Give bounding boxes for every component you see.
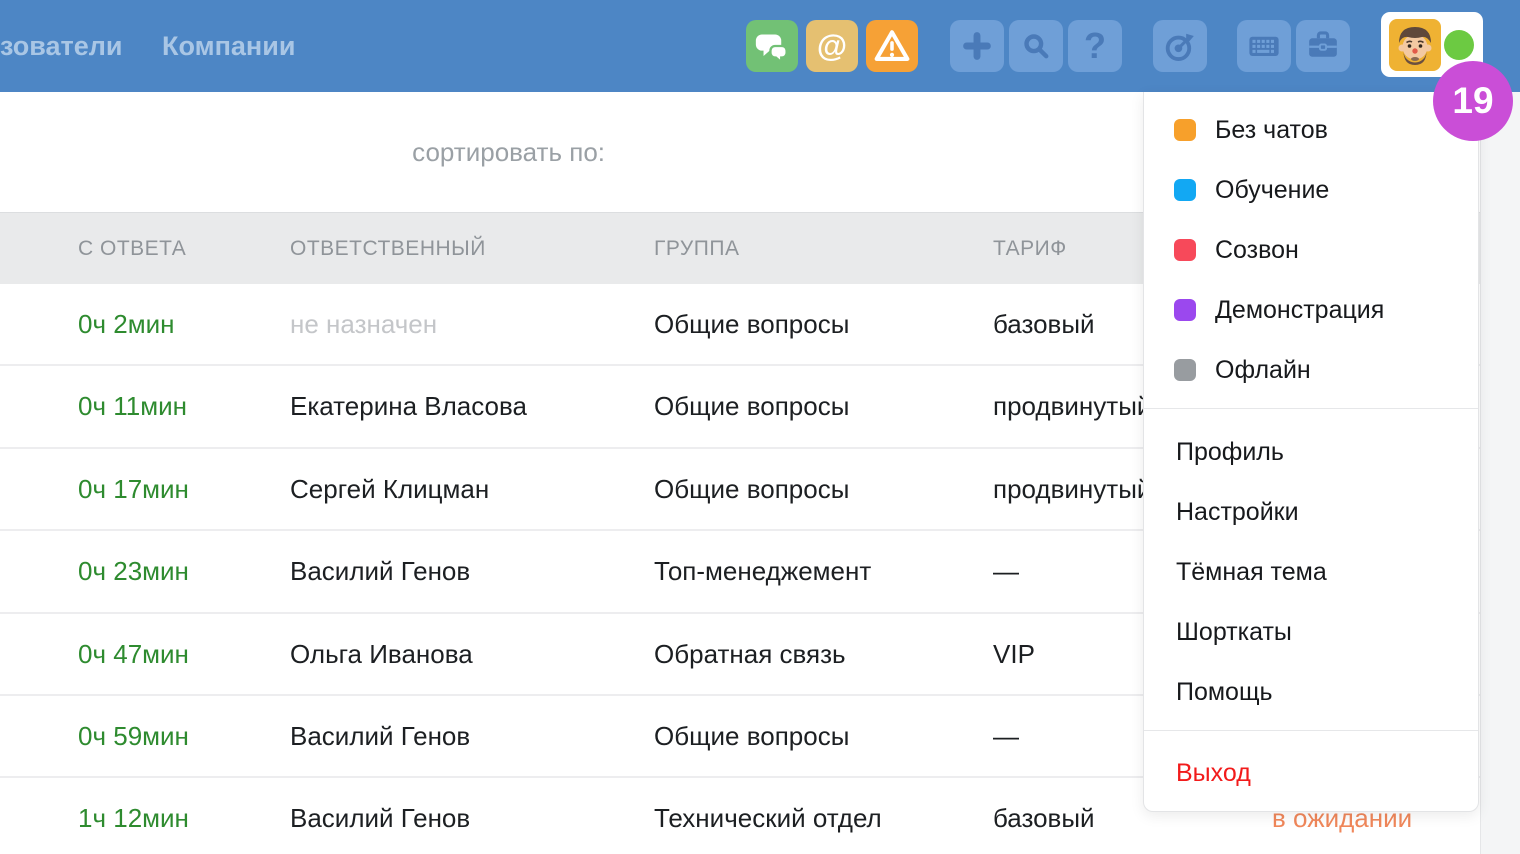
keyboard-icon [1244,26,1284,66]
add-button[interactable] [950,20,1004,72]
cell-tariff: базовый [993,284,1095,364]
cell-time: 0ч 2мин [78,284,174,364]
cell-tariff: продвинутый [993,449,1151,529]
briefcase-icon [1303,26,1343,66]
cell-tariff: базовый [993,778,1095,854]
menu-item-dark-theme[interactable]: Тёмная тема [1144,542,1478,602]
at-icon: @ [817,28,847,64]
notification-count-badge: 19 [1433,61,1513,141]
user-dropdown-menu: Без чатов Обучение Созвон Демонстрация О… [1143,92,1479,812]
cell-time: 0ч 47мин [78,614,189,694]
nav-item-companies[interactable]: Компании [162,0,295,92]
status-color-orange [1174,119,1196,141]
cell-assignee: Василий Генов [290,696,470,776]
menu-item-settings[interactable]: Настройки [1144,482,1478,542]
toolbox-button[interactable] [1296,20,1350,72]
status-color-purple [1174,299,1196,321]
help-button[interactable]: ? [1068,20,1122,72]
warning-triangle-icon [871,25,913,67]
menu-item-logout[interactable]: Выход [1144,743,1478,803]
cell-assignee: Екатерина Власова [290,366,527,446]
mentions-button[interactable]: @ [806,20,858,72]
question-icon: ? [1084,25,1106,67]
menu-item-shortcuts[interactable]: Шорткаты [1144,602,1478,662]
cell-group: Общие вопросы [654,449,849,529]
search-icon [1017,27,1055,65]
keyboard-shortcuts-button[interactable] [1237,20,1291,72]
chats-button[interactable] [746,20,798,72]
status-label: Созвон [1215,236,1299,265]
status-option-offline[interactable]: Офлайн [1144,340,1478,400]
cell-group: Технический отдел [654,778,882,854]
status-label: Демонстрация [1215,296,1384,325]
status-label: Офлайн [1215,356,1311,385]
cell-group: Общие вопросы [654,696,849,776]
cell-group: Общие вопросы [654,366,849,446]
status-color-red [1174,239,1196,261]
chat-bubbles-icon [752,26,792,66]
column-header-tariff: ТАРИФ [993,213,1067,285]
cell-assignee: Василий Генов [290,778,470,854]
target-dart-icon [1160,26,1200,66]
menu-item-help[interactable]: Помощь [1144,662,1478,722]
right-gutter [1480,92,1520,854]
cell-tariff: VIP [993,614,1035,694]
cell-assignee: Василий Генов [290,531,470,611]
menu-item-profile[interactable]: Профиль [1144,422,1478,482]
column-header-assignee: ОТВЕТСТВЕННЫЙ [290,213,486,285]
cell-time: 0ч 11мин [78,366,187,446]
column-header-group: ГРУППА [654,213,739,285]
cell-tariff: — [993,696,1019,776]
cell-group: Обратная связь [654,614,846,694]
topbar: Пользователи Компании @ [0,0,1520,92]
cell-time: 0ч 23мин [78,531,189,611]
sort-by-label: сортировать по: [412,92,605,212]
status-option-call[interactable]: Созвон [1144,220,1478,280]
search-button[interactable] [1009,20,1063,72]
status-option-training[interactable]: Обучение [1144,160,1478,220]
cell-group: Общие вопросы [654,284,849,364]
online-status-dot [1444,30,1474,60]
status-color-gray [1174,359,1196,381]
cell-assignee: Ольга Иванова [290,614,473,694]
cell-time: 0ч 17мин [78,449,189,529]
status-color-blue [1174,179,1196,201]
status-label: Без чатов [1215,116,1328,145]
alerts-button[interactable] [866,20,918,72]
cell-tariff: — [993,531,1019,611]
cell-assignee: Сергей Клицман [290,449,489,529]
status-option-no-chats[interactable]: Без чатов [1144,100,1478,160]
goals-button[interactable] [1153,20,1207,72]
status-option-demo[interactable]: Демонстрация [1144,280,1478,340]
cell-group: Топ-менеджемент [654,531,871,611]
cell-tariff: продвинутый [993,366,1151,446]
status-label: Обучение [1215,176,1329,205]
cell-assignee: не назначен [290,284,437,364]
nav-item-users[interactable]: Пользователи [0,0,122,92]
plus-icon [959,28,995,64]
column-header-since-answer: С ОТВЕТА [78,213,186,285]
cell-time: 0ч 59мин [78,696,189,776]
cell-time: 1ч 12мин [78,778,189,854]
user-avatar [1389,19,1441,71]
